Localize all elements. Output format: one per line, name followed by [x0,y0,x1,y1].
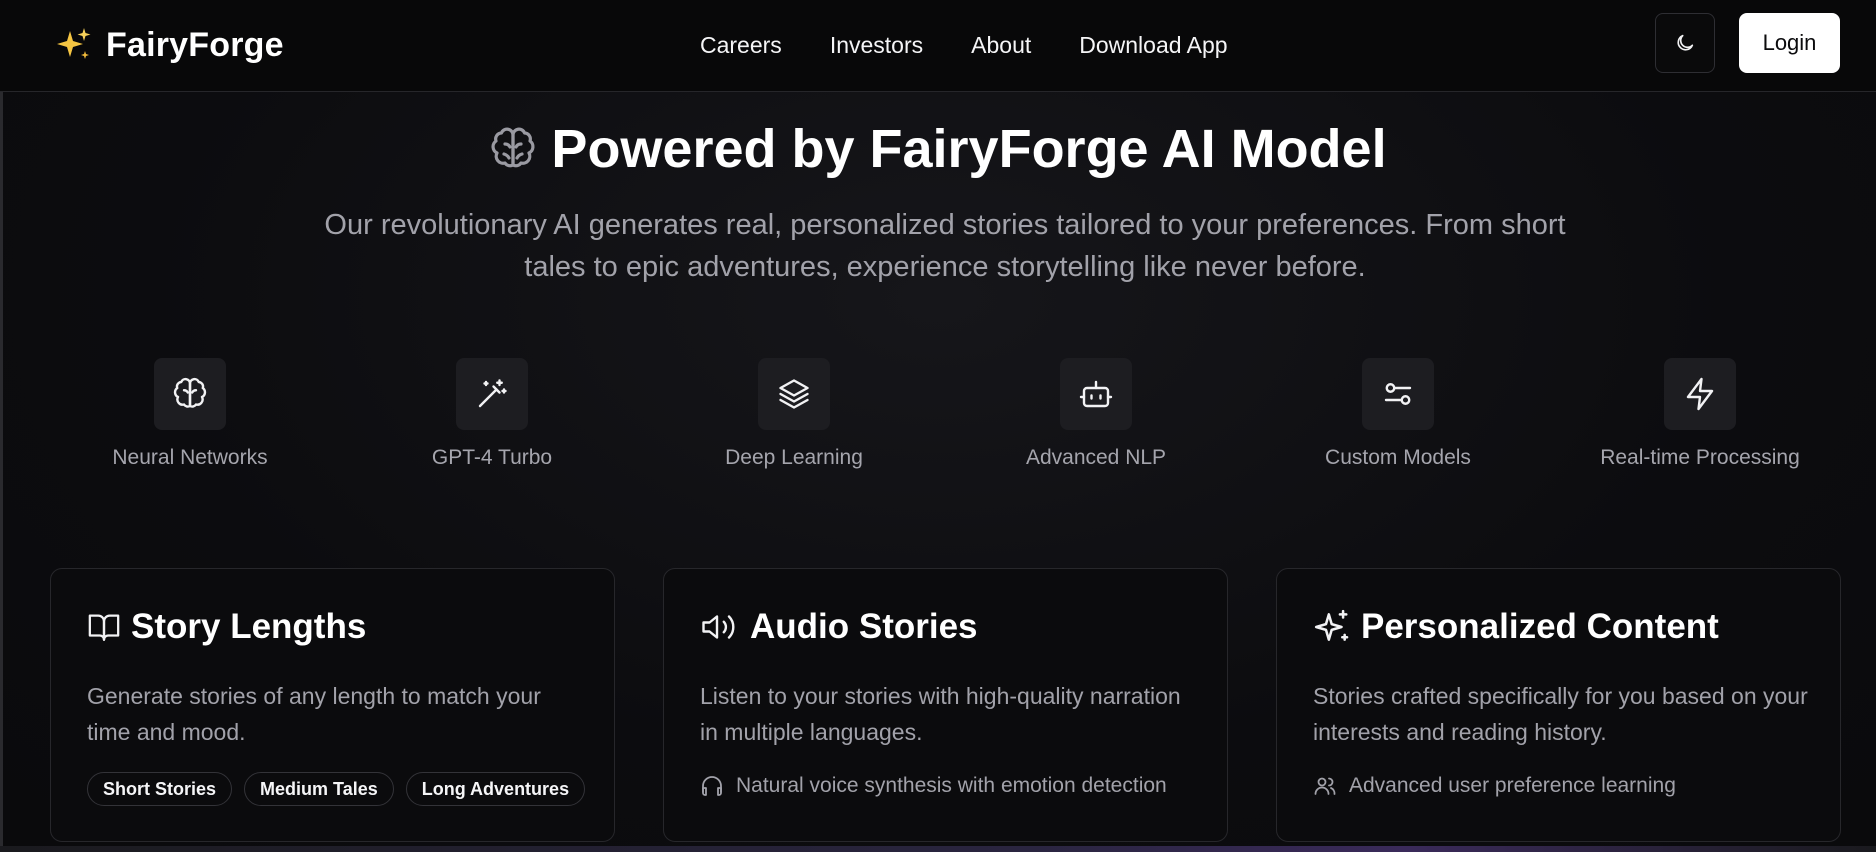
pill-short-stories[interactable]: Short Stories [87,772,233,806]
nav-link-download-app[interactable]: Download App [1079,32,1227,59]
card-note-text: Advanced user preference learning [1349,774,1676,797]
login-button[interactable]: Login [1739,13,1840,73]
feature-label: Deep Learning [725,446,863,469]
feature-label: Advanced NLP [1025,446,1167,469]
nav-link-careers[interactable]: Careers [700,32,782,59]
card-note: Natural voice synthesis with emotion det… [700,774,1167,798]
feature-advanced-nlp: Advanced NLP [966,358,1226,470]
hero-subtitle: Our revolutionary AI generates real, per… [324,209,1566,283]
feature-deep-learning: Deep Learning [664,358,924,470]
brand-name: FairyForge [106,25,284,64]
feature-label: Neural Networks [112,446,268,469]
main-nav: Careers Investors About Download App [700,28,1228,62]
story-length-pills: Short Stories Medium Tales Long Adventur… [87,772,586,806]
magic-wand-icon [456,358,528,430]
card-title: Audio Stories [750,607,978,646]
card-header: Personalized Content [1313,605,1719,649]
book-open-icon [87,610,121,644]
feature-label: Real-time Processing [1600,446,1800,469]
theme-toggle-button[interactable] [1655,13,1715,73]
card-description: Generate stories of any length to match … [87,683,541,745]
lightning-icon [1664,358,1736,430]
brain-icon [154,358,226,430]
feature-neural-networks: Neural Networks [60,358,320,470]
sparkles-icon [54,25,94,65]
nav-link-about[interactable]: About [971,32,1031,59]
hero-title: Powered by FairyForge AI Model [551,119,1387,179]
feature-custom-models: Custom Models [1268,358,1528,470]
card-header: Story Lengths [87,605,366,649]
sparkles-outline-icon [1313,608,1351,646]
speaker-icon [700,609,740,645]
users-icon [1313,774,1337,798]
sliders-icon [1362,358,1434,430]
card-audio-stories: Audio Stories Listen to your stories wit… [663,568,1228,842]
card-title: Story Lengths [131,607,367,646]
bot-icon [1060,358,1132,430]
feature-icons-row: Neural Networks GPT-4 Turbo Deep Learnin… [0,358,1876,478]
brain-icon [489,125,537,173]
layers-icon [758,358,830,430]
hero-heading: Powered by FairyForge AI Model [0,118,1876,180]
headphones-icon [700,774,724,798]
card-description: Listen to your stories with high-quality… [700,683,1181,745]
card-personalized-content: Personalized Content Stories crafted spe… [1276,568,1841,842]
card-note-text: Natural voice synthesis with emotion det… [736,774,1167,797]
window-bottom-edge [0,846,1876,852]
moon-icon [1674,32,1696,54]
feature-gpt4-turbo: GPT-4 Turbo [362,358,622,470]
card-description: Stories crafted specifically for you bas… [1313,683,1808,745]
pill-medium-tales[interactable]: Medium Tales [244,772,394,806]
card-title: Personalized Content [1361,607,1719,646]
top-navbar: FairyForge Careers Investors About Downl… [0,0,1876,92]
card-header: Audio Stories [700,605,978,649]
feature-label: Custom Models [1325,446,1471,469]
feature-label: GPT-4 Turbo [431,446,553,469]
nav-link-investors[interactable]: Investors [830,32,923,59]
pill-long-adventures[interactable]: Long Adventures [405,772,586,806]
card-story-lengths: Story Lengths Generate stories of any le… [50,568,615,842]
feature-real-time-processing: Real-time Processing [1570,358,1830,470]
card-note: Advanced user preference learning [1313,774,1676,798]
brand-logo[interactable]: FairyForge [54,22,284,68]
